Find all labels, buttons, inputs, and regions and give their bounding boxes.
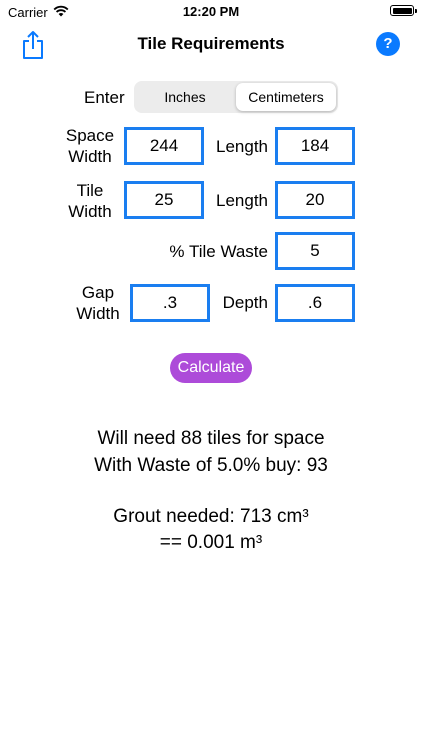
page-title: Tile Requirements bbox=[137, 34, 285, 53]
gap-width-label: Gap Width bbox=[70, 282, 126, 324]
space-width-field[interactable]: 244 bbox=[124, 127, 204, 165]
space-width-label: Space Width bbox=[62, 125, 118, 167]
waste-buy-text: With Waste of 5.0% buy: 93 bbox=[94, 455, 328, 476]
gap-depth-label: Depth bbox=[222, 293, 268, 312]
tile-waste-field[interactable]: 5 bbox=[275, 232, 355, 270]
tile-waste-label: % Tile Waste bbox=[169, 242, 268, 261]
tile-length-label: Length bbox=[216, 191, 268, 210]
status-time: 12:20 PM bbox=[182, 4, 240, 19]
calculate-button[interactable]: Calculate bbox=[170, 353, 252, 383]
gap-width-label-line2: Width bbox=[76, 304, 120, 323]
grout-m3-text: == 0.001 m³ bbox=[159, 532, 263, 553]
tile-width-label: Tile Width bbox=[62, 180, 118, 222]
tile-width-field[interactable]: 25 bbox=[124, 181, 204, 219]
space-width-label-line1: Space bbox=[65, 126, 115, 145]
tile-length-field[interactable]: 20 bbox=[275, 181, 355, 219]
grout-needed-text: Grout needed: 713 cm³ bbox=[113, 506, 309, 527]
space-length-field[interactable]: 184 bbox=[275, 127, 355, 165]
segment-centimeters[interactable]: Centimeters bbox=[236, 83, 336, 111]
tiles-needed-text: Will need 88 tiles for space bbox=[97, 428, 325, 449]
battery-icon bbox=[390, 5, 417, 16]
tile-width-label-line2: Width bbox=[68, 202, 112, 221]
gap-depth-field[interactable]: .6 bbox=[275, 284, 355, 322]
gap-width-label-line1: Gap bbox=[81, 283, 115, 302]
units-segmented-control[interactable]: Inches Centimeters bbox=[134, 81, 338, 113]
space-width-label-line2: Width bbox=[68, 147, 112, 166]
gap-width-field[interactable]: .3 bbox=[130, 284, 210, 322]
help-icon[interactable]: ? bbox=[376, 32, 400, 56]
tile-width-label-line1: Tile bbox=[76, 181, 104, 200]
space-length-label: Length bbox=[216, 137, 268, 156]
units-label: Enter bbox=[84, 88, 125, 107]
segment-inches[interactable]: Inches bbox=[136, 83, 234, 111]
